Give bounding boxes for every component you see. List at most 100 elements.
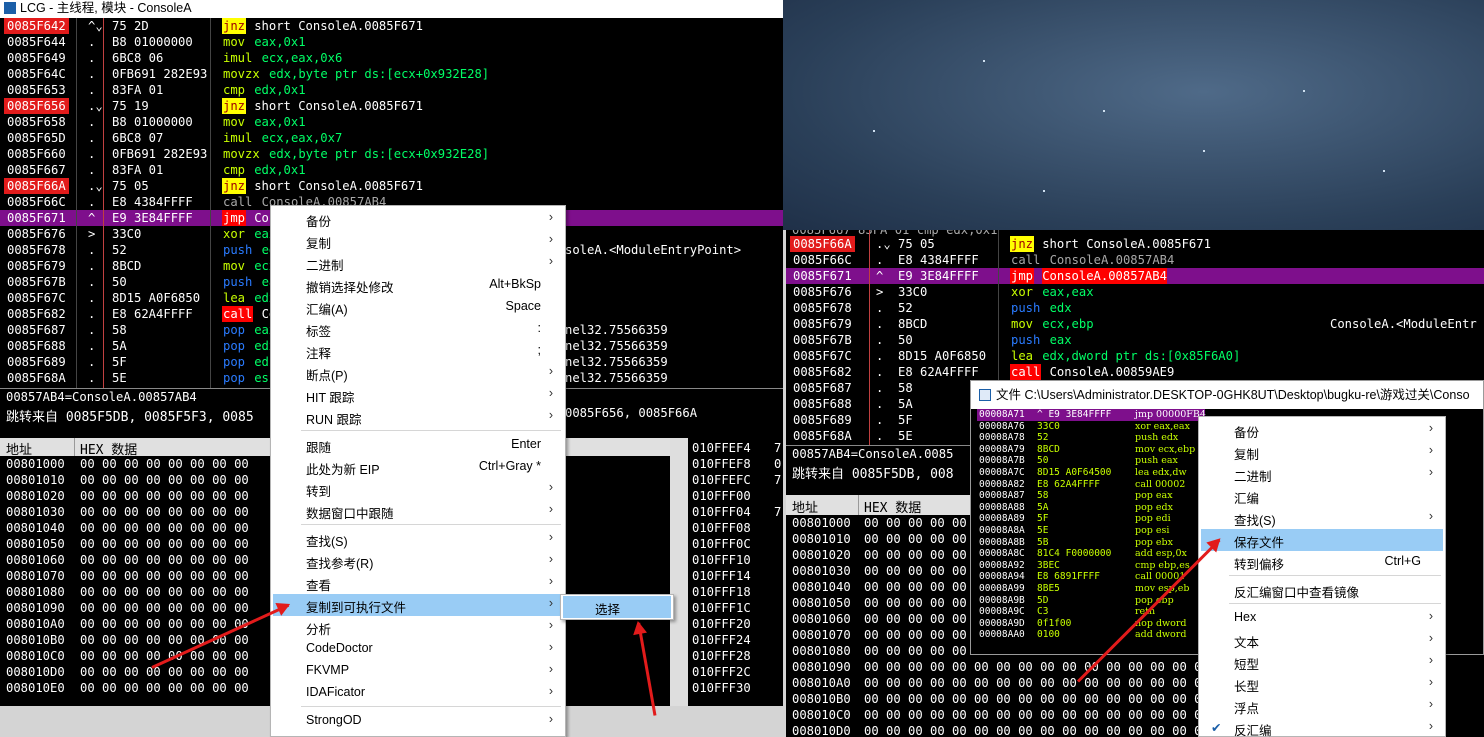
file-context-menu[interactable]: 备份 › 复制 › 二进制 › 汇编 查找(S) › 保存文件 转到偏移 Ctrl+G 反汇编窗口中查看… xyxy=(1198,416,1446,737)
menu-item[interactable]: 注释; xyxy=(273,340,563,362)
disasm-row[interactable]: 0085F656 .⌄ 75 19 jnz short ConsoleA.0085F67… xyxy=(0,98,783,114)
menu-item[interactable]: 跟随 Enter xyxy=(273,434,563,456)
file-row[interactable]: 00008A8C 81C4 F0000000 xyxy=(977,548,1137,560)
disasm-row[interactable]: 0085F671 ^ E9 3E84FFFF jmp ConsoleA.00857AB4 xyxy=(786,268,1484,284)
file-row[interactable]: 00008A87 58 xyxy=(977,490,1137,502)
stack-address: 010FFF00 xyxy=(692,489,751,503)
menu-item[interactable]: 查看 › xyxy=(273,572,563,594)
disasm-row[interactable]: 0085F678. 52 push edx xyxy=(786,300,1484,316)
menu-item[interactable]: 标签: xyxy=(273,318,563,340)
disasm-row[interactable]: 0085F66C. E8 4384FFFF call ConsoleA.00857AB… xyxy=(786,252,1484,268)
file-row[interactable]: 00008A8B 5B xyxy=(977,537,1137,549)
menu-item[interactable]: 长型 › xyxy=(1201,673,1443,695)
menu-item[interactable]: 汇编 xyxy=(1201,485,1443,507)
menu-item[interactable]: 转到 › xyxy=(273,478,563,500)
file-row[interactable]: 00008A82 E8 62A4FFFF xyxy=(977,479,1137,491)
mnemonic-cell: call xyxy=(223,195,253,209)
menu-item[interactable]: 二进制 › xyxy=(273,252,563,274)
file-row[interactable]: 00008A9B 5D xyxy=(977,595,1137,607)
disasm-row[interactable]: 0085F67B. 50 push eax xyxy=(786,332,1484,348)
disasm-row[interactable]: 0085F682. E8 62A4FFFF call ConsoleA.00859AE… xyxy=(786,364,1484,380)
menu-item[interactable]: 浮点 › xyxy=(1201,695,1443,717)
stack-pane[interactable]: 010FFEF4 7 010FFEF8 0 010FFEFC 7 010FFF00 010FF… xyxy=(688,438,783,706)
disasm-row[interactable]: 0085F667. 83FA 01 cmp edx,0x1 xyxy=(0,162,783,178)
right-hex-header-address[interactable]: 地址 xyxy=(792,497,818,516)
disasm-row[interactable]: 0085F649. 6BC8 06 imul ecx,eax,0x6 xyxy=(0,50,783,66)
menu-item[interactable]: 短型 › xyxy=(1201,651,1443,673)
menu-item[interactable]: 备份 › xyxy=(1201,419,1443,441)
menu-item[interactable]: 文本 › xyxy=(1201,629,1443,651)
menu-item[interactable]: 查找参考(R) › xyxy=(273,550,563,572)
menu-item[interactable]: 查找(S) › xyxy=(1201,507,1443,529)
submenu-item-select[interactable]: 选择 xyxy=(563,596,671,618)
file-row[interactable]: 00008A78 52 xyxy=(977,432,1137,444)
file-row[interactable]: 00008A7B 50 xyxy=(977,455,1137,467)
menu-item[interactable]: FKVMP › xyxy=(273,660,563,682)
menu-item[interactable]: RUN 跟踪 › xyxy=(273,406,563,428)
menu-item[interactable]: 反汇编窗口中查看镜像 xyxy=(1201,579,1443,601)
file-row[interactable]: 00008A8A 5E xyxy=(977,525,1137,537)
disasm-row[interactable]: 0085F64C. 0FB691 282E93 movzx edx,byte ptr … xyxy=(0,66,783,82)
menu-item[interactable]: HIT 跟踪 › xyxy=(273,384,563,406)
menu-item[interactable]: 复制到可执行文件 › xyxy=(273,594,563,616)
menu-item[interactable]: 断点(P) › xyxy=(273,362,563,384)
stack-address: 010FFEFC xyxy=(692,473,751,487)
chevron-right-icon: › xyxy=(548,530,553,544)
menu-item[interactable]: 二进制 › xyxy=(1201,463,1443,485)
file-row[interactable]: 00008A9C C3 xyxy=(977,606,1137,618)
file-row[interactable]: 00008A88 5A xyxy=(977,502,1137,514)
chevron-right-icon: › xyxy=(548,386,553,400)
disasm-row[interactable]: 0085F66A .⌄ 75 05 jnz short ConsoleA.0085F67… xyxy=(786,236,1484,252)
context-menu[interactable]: 备份 › 复制 › 二进制 › 撤销选择处修改 Alt+BkSp 汇编(A) Space 标签: 注释… xyxy=(270,205,566,737)
menu-item[interactable]: 汇编(A) Space xyxy=(273,296,563,318)
comment-cell: nel32.75566359 xyxy=(565,323,668,337)
menu-item[interactable]: 数据窗口中跟随 › xyxy=(273,500,563,522)
chevron-right-icon: › xyxy=(1428,465,1433,479)
file-row[interactable]: 00008A7C 8D15 A0F64500 xyxy=(977,467,1137,479)
file-row[interactable]: 00008A92 3BEC xyxy=(977,560,1137,572)
disasm-row[interactable]: 0085F644. B8 01000000 mov eax,0x1 xyxy=(0,34,783,50)
menu-item[interactable]: 查找(S) › xyxy=(273,528,563,550)
mark-cell: ^ xyxy=(88,211,96,225)
menu-item[interactable]: 保存文件 xyxy=(1201,529,1443,551)
file-row[interactable]: 00008A9D 0f1f00 xyxy=(977,618,1137,630)
menu-item[interactable]: 撤销选择处修改 Alt+BkSp xyxy=(273,274,563,296)
disasm-row[interactable]: 0085F67C. 8D15 A0F6850 lea edx,dword ptr ds… xyxy=(786,348,1484,364)
memory-address: 00801010 xyxy=(6,473,65,487)
hex-cell: 5A xyxy=(112,339,127,353)
disasm-row[interactable]: 0085F658. B8 01000000 mov eax,0x1 xyxy=(0,114,783,130)
file-asm: mov ecx,ebp xyxy=(1135,443,1196,455)
menu-item[interactable]: 复制 › xyxy=(1201,441,1443,463)
menu-item[interactable]: ✔ 反汇编 › xyxy=(1201,717,1443,737)
menu-item[interactable]: 复制 › xyxy=(273,230,563,252)
stack-address: 010FFF28 xyxy=(692,649,751,663)
right-hex-header-data[interactable]: HEX 数据 xyxy=(864,497,921,516)
stack-scrollbar[interactable] xyxy=(670,438,688,706)
file-row[interactable]: 00008A89 5F xyxy=(977,513,1137,525)
disasm-row[interactable]: 0085F653. 83FA 01 cmp edx,0x1 xyxy=(0,82,783,98)
file-row[interactable]: 00008A71 ^ E9 3E84FFFF xyxy=(977,409,1137,421)
disasm-row[interactable]: 0085F66A .⌄ 75 05 jnz short ConsoleA.0085F67… xyxy=(0,178,783,194)
file-asm: jmp 00000FB4 xyxy=(1135,409,1206,421)
menu-item[interactable]: StrongOD › xyxy=(273,710,563,732)
file-row[interactable]: 00008A94 E8 6891FFFF xyxy=(977,571,1137,583)
mark-cell: . xyxy=(88,307,96,321)
file-row[interactable]: 00008A99 8BE5 xyxy=(977,583,1137,595)
main-window-titlebar: LCG - 主线程, 模块 - ConsoleA xyxy=(0,0,783,18)
disasm-row[interactable]: 0085F660. 0FB691 282E93 movzx edx,byte ptr … xyxy=(0,146,783,162)
file-row[interactable]: 00008A79 8BCD xyxy=(977,444,1137,456)
menu-item[interactable]: 分析 › xyxy=(273,616,563,638)
file-asm: push eax xyxy=(1135,455,1178,467)
disasm-row[interactable]: 0085F65D. 6BC8 07 imul ecx,eax,0x7 xyxy=(0,130,783,146)
menu-item[interactable]: 此处为新 EIP Ctrl+Gray * xyxy=(273,456,563,478)
menu-item[interactable]: 备份 › xyxy=(273,208,563,230)
disasm-row[interactable]: 0085F676 >33C0 xor eax,eax xyxy=(786,284,1484,300)
submenu-select[interactable]: 选择 xyxy=(560,594,674,620)
menu-item[interactable]: Hex › xyxy=(1201,607,1443,629)
file-row[interactable]: 00008A76 33C0 xyxy=(977,421,1137,433)
menu-item[interactable]: IDAFicator › xyxy=(273,682,563,704)
menu-item[interactable]: CodeDoctor › xyxy=(273,638,563,660)
file-row[interactable]: 00008AA0 0100 xyxy=(977,629,1137,641)
disasm-row[interactable]: 0085F642 ^⌄ 75 2D jnz short ConsoleA.0085F67… xyxy=(0,18,783,34)
menu-item[interactable]: 转到偏移 Ctrl+G xyxy=(1201,551,1443,573)
